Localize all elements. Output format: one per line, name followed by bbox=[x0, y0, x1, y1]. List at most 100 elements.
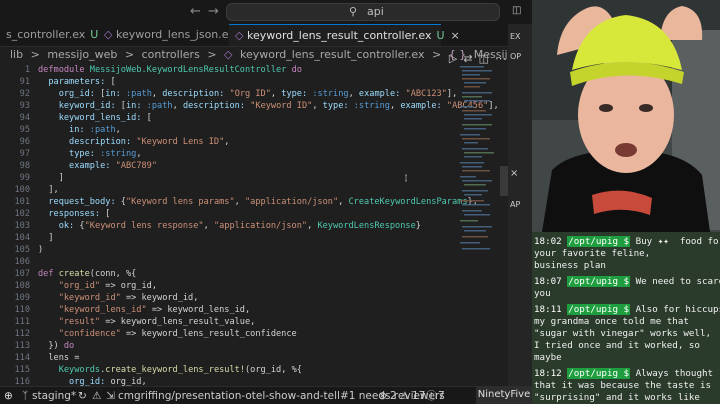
chat-text: "sugar with vinegar" works well, bbox=[534, 328, 712, 339]
code-text: lens = bbox=[38, 353, 80, 363]
tab-controller[interactable]: s_controller.ex U bbox=[0, 24, 98, 46]
tab-label: s_controller.ex bbox=[6, 28, 86, 41]
panel-label-explorer[interactable]: EX bbox=[510, 32, 521, 41]
warning-count[interactable]: 17 bbox=[412, 387, 425, 404]
code-text: defmodule MessijoWeb.KeywordLensResultCo… bbox=[38, 65, 302, 75]
code-text: keyword_id: [in: :path, description: "Ke… bbox=[58, 101, 499, 111]
breadcrumb-messijo-web[interactable]: messijo_web bbox=[47, 48, 117, 61]
chat-timestamp: 18:11 bbox=[534, 304, 562, 315]
breadcrumb-separator: > bbox=[207, 48, 217, 61]
line-number: 103 bbox=[14, 221, 30, 231]
elixir-file-icon: ◇ bbox=[235, 29, 244, 42]
line-number: 104 bbox=[14, 233, 30, 243]
chat-text: We need to scare bbox=[630, 276, 720, 287]
close-icon[interactable]: × bbox=[510, 168, 518, 179]
panel-label-ap[interactable]: AP bbox=[510, 200, 520, 209]
editor-tabs: s_controller.exU ◇ keyword_lens_json.exU… bbox=[0, 24, 532, 65]
line-number: 98 bbox=[19, 161, 30, 171]
line-number: 91 bbox=[19, 77, 30, 87]
line-number: 97 bbox=[19, 149, 30, 159]
remote-icon[interactable]: ⊕ bbox=[4, 387, 13, 404]
chat-timestamp: 18:07 bbox=[534, 276, 562, 287]
close-icon[interactable]: × bbox=[451, 29, 460, 42]
chat-timestamp: 18:12 bbox=[534, 368, 562, 379]
module-symbol-icon: { } bbox=[448, 48, 467, 61]
line-number: 92 bbox=[19, 89, 30, 99]
chat-text: that it was because the taste is bbox=[534, 380, 712, 391]
search-text: api bbox=[367, 5, 384, 18]
tab-keyword-lens-json[interactable]: ◇ keyword_lens_json.exU bbox=[98, 24, 248, 46]
breadcrumb-separator: > bbox=[432, 48, 442, 61]
line-number: 115 bbox=[14, 365, 30, 375]
code-text: ] bbox=[38, 233, 54, 243]
breadcrumb-file[interactable]: keyword_lens_result_controller.ex bbox=[240, 48, 425, 61]
chat-text: business plan bbox=[534, 260, 606, 271]
code-text: keyword_lens_id: [ bbox=[58, 113, 152, 123]
line-number: 112 bbox=[14, 329, 30, 339]
error-icon: ⊗ bbox=[378, 390, 387, 402]
line-number: 107 bbox=[14, 269, 30, 279]
title-bar: ← → ⚲ api ◫ bbox=[0, 0, 532, 24]
code-text: }) do bbox=[38, 341, 75, 351]
chat-message: 18:12 /opt/upig $ Always thought that it … bbox=[534, 368, 718, 404]
modified-badge: U bbox=[436, 29, 445, 42]
line-number: 114 bbox=[14, 353, 30, 363]
chat-text: maybe bbox=[534, 352, 562, 363]
ninetyfive-status[interactable]: NinetyFive bbox=[476, 386, 532, 404]
forward-button[interactable]: → bbox=[208, 4, 219, 19]
line-number: 111 bbox=[14, 317, 30, 327]
code-text: parameters: [ bbox=[48, 77, 116, 87]
code-text: Keywords.create_keyword_lens_result!(org… bbox=[58, 365, 302, 375]
chat-text: "surprising" and it works like bbox=[534, 392, 700, 403]
chat-text: you bbox=[534, 288, 551, 299]
code-text: "confidence" => keyword_lens_result_conf… bbox=[58, 329, 297, 339]
line-number: 100 bbox=[14, 185, 30, 195]
status-bar: ⊕ ᛉ staging* ↻ ⚠ ⇲ cmgriffing/presentati… bbox=[0, 386, 532, 404]
sync-icon[interactable]: ↻ bbox=[78, 387, 87, 404]
chat-text: my grandma once told me that bbox=[534, 316, 689, 327]
chat-panel: 18:02 /opt/upig $ Buy ✦✦ food for your fa… bbox=[532, 232, 720, 404]
branch-icon: ᛉ bbox=[22, 390, 29, 402]
code-text: type: :string, bbox=[69, 149, 142, 159]
warning-icon: ⚠ bbox=[400, 390, 410, 402]
command-center-search[interactable]: ⚲ api bbox=[226, 3, 500, 21]
code-text: ok: {"Keyword lens response", "applicati… bbox=[58, 221, 421, 231]
panel-label-open[interactable]: OP bbox=[510, 52, 521, 61]
chat-username: /opt/upig $ bbox=[567, 368, 631, 379]
chat-username: /opt/upig $ bbox=[567, 276, 631, 287]
layout-icon[interactable]: ◫ bbox=[512, 5, 521, 16]
code-text: example: "ABC789" bbox=[69, 161, 158, 171]
tab-label: keyword_lens_result_controller.ex bbox=[246, 29, 432, 42]
breadcrumb-controllers[interactable]: controllers bbox=[142, 48, 200, 61]
webcam-feed bbox=[532, 0, 720, 232]
scrollbar-thumb[interactable] bbox=[500, 166, 508, 196]
line-number: 105 bbox=[14, 245, 30, 255]
chat-text: your favorite feline, bbox=[534, 248, 651, 259]
tab-keyword-lens-result-controller[interactable]: ◇ keyword_lens_result_controller.ex U × bbox=[229, 24, 460, 46]
line-number: 93 bbox=[19, 101, 30, 111]
back-button[interactable]: ← bbox=[190, 4, 201, 19]
chat-username: /opt/upig $ bbox=[567, 304, 631, 315]
elixir-file-icon: ◇ bbox=[224, 48, 233, 61]
line-number: 109 bbox=[14, 293, 30, 303]
code-area[interactable]: 1 defmodule MessijoWeb.KeywordLensResultC… bbox=[0, 64, 498, 387]
minimap[interactable] bbox=[458, 64, 498, 264]
chat-message: 18:07 /opt/upig $ We need to scare you bbox=[534, 276, 720, 300]
code-text: def create(conn, %{ bbox=[38, 269, 137, 279]
branch-name[interactable]: staging* bbox=[32, 387, 76, 404]
breadcrumb-lib[interactable]: lib bbox=[10, 48, 23, 61]
code-text: ) bbox=[38, 245, 44, 255]
pull-request-icon: ⇲ bbox=[106, 390, 115, 402]
code-text: description: "Keyword Lens ID", bbox=[69, 137, 230, 147]
line-number: 96 bbox=[19, 137, 30, 147]
chat-username: /opt/upig $ bbox=[567, 236, 631, 247]
line-number: 94 bbox=[19, 113, 30, 123]
error-count[interactable]: 2 bbox=[390, 387, 397, 404]
code-editor: ← → ⚲ api ◫ s_controller.ex U ◇ keyword_l… bbox=[0, 0, 532, 404]
chat-timestamp: 18:02 bbox=[534, 236, 562, 247]
code-text: ], bbox=[38, 185, 59, 195]
breadcrumb-separator: > bbox=[30, 48, 40, 61]
info-count[interactable]: 7 bbox=[438, 387, 445, 404]
code-text: request_body: {"Keyword lens params", "a… bbox=[48, 197, 478, 207]
code-text: org_id: [in: :path, description: "Org ID… bbox=[58, 89, 458, 99]
